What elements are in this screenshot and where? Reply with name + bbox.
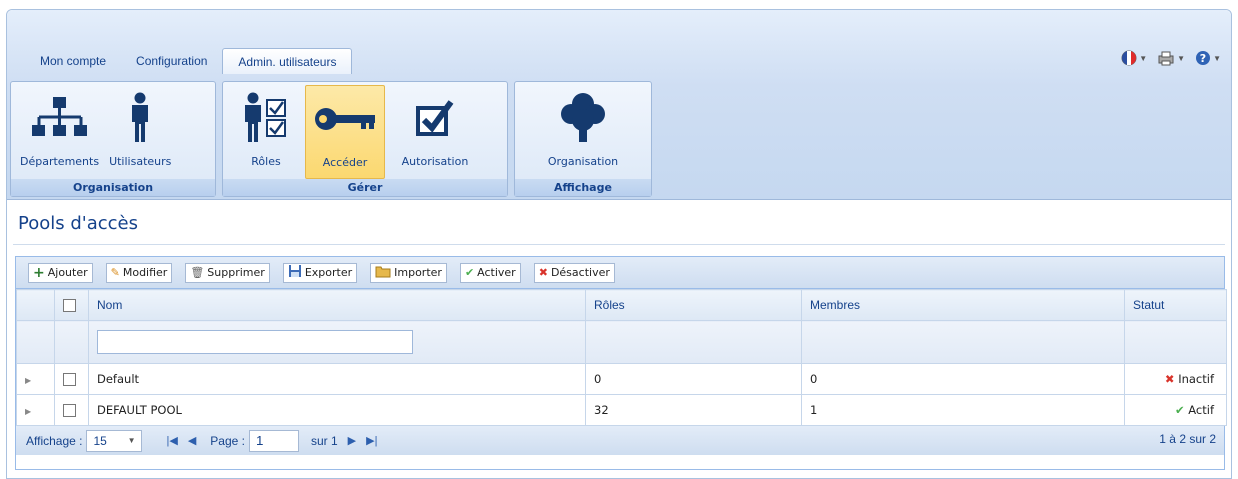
- svg-text:?: ?: [1200, 52, 1206, 65]
- utilisateurs-button[interactable]: Utilisateurs: [104, 85, 176, 179]
- check-icon: ✔: [464, 266, 475, 279]
- chevron-down-icon: ▼: [127, 436, 136, 445]
- filter-row: [16, 320, 1227, 364]
- cell-status: ✖ Inactif: [1124, 363, 1227, 395]
- activate-button[interactable]: ✔ Activer: [459, 262, 521, 283]
- ribbon-groups: Départements Utilisateurs Organisation R…: [10, 81, 652, 197]
- help-icon[interactable]: ? ▼: [1195, 50, 1221, 66]
- acceder-button[interactable]: Accéder: [305, 85, 385, 179]
- folder-icon: [375, 264, 391, 281]
- row-checkbox[interactable]: [63, 404, 76, 417]
- last-page-icon[interactable]: ▶|: [366, 434, 377, 447]
- column-header-membres[interactable]: Membres: [801, 289, 1125, 321]
- first-page-icon[interactable]: |◀: [166, 434, 177, 447]
- page-size-select[interactable]: 15 ▼: [86, 429, 143, 452]
- of-pages-label: sur 1: [310, 433, 338, 448]
- grid-toolbar: + Ajouter ✎ Modifier 🗑 Supprimer Exporter I…: [16, 257, 1224, 289]
- page-number-input[interactable]: [248, 429, 299, 452]
- main-window: Mon compte Configuration Admin. utilisat…: [6, 9, 1232, 479]
- table-row[interactable]: ▶ Default 0 0 ✖ Inactif: [16, 363, 1227, 395]
- display-label: Affichage :: [26, 433, 83, 448]
- roles-button[interactable]: Rôles: [227, 85, 305, 179]
- column-header-roles[interactable]: Rôles: [585, 289, 802, 321]
- group-label-organisation: Organisation: [11, 179, 215, 196]
- departements-button[interactable]: Départements: [15, 85, 104, 179]
- key-icon: [313, 104, 377, 137]
- delete-button[interactable]: 🗑 Supprimer: [185, 262, 270, 283]
- column-header-nom[interactable]: Nom: [88, 289, 586, 321]
- expand-arrow-icon[interactable]: ▶: [25, 376, 31, 385]
- printer-icon[interactable]: ▼: [1157, 50, 1185, 66]
- deactivate-button[interactable]: ✖ Désactiver: [533, 262, 615, 283]
- table-row[interactable]: ▶ DEFAULT POOL 32 1 ✔ Actif: [16, 394, 1227, 426]
- pager-info: 1 à 2 sur 2: [1159, 432, 1216, 446]
- access-pools-grid: + Ajouter ✎ Modifier 🗑 Supprimer Exporter I…: [15, 256, 1227, 470]
- status-active-label: Actif: [1188, 403, 1214, 417]
- cell-roles: 0: [585, 363, 802, 395]
- expand-arrow-icon[interactable]: ▶: [25, 407, 31, 416]
- trash-icon: 🗑: [190, 266, 205, 279]
- import-button[interactable]: Importer: [370, 262, 447, 283]
- ribbon: Mon compte Configuration Admin. utilisat…: [7, 10, 1231, 200]
- group-organisation: Départements Utilisateurs Organisation: [10, 81, 216, 197]
- user-checklist-icon: [241, 92, 291, 147]
- tab-mon-compte[interactable]: Mon compte: [25, 48, 121, 74]
- add-button[interactable]: + Ajouter: [28, 262, 93, 283]
- next-page-icon[interactable]: ▶: [348, 434, 356, 447]
- status-inactive-label: Inactif: [1178, 372, 1214, 386]
- column-header-statut[interactable]: Statut: [1124, 289, 1227, 321]
- select-all-checkbox[interactable]: [63, 299, 76, 313]
- cell-members: 1: [801, 394, 1125, 426]
- cell-status: ✔ Actif: [1124, 394, 1227, 426]
- name-filter-input[interactable]: [97, 330, 413, 354]
- tab-configuration[interactable]: Configuration: [121, 48, 222, 74]
- user-icon: [125, 92, 155, 147]
- checkbox-icon: [415, 98, 455, 141]
- prev-page-icon[interactable]: ◀: [188, 434, 196, 447]
- roles-label: Rôles: [251, 155, 281, 168]
- cross-icon: ✖: [1164, 372, 1175, 386]
- cross-icon: ✖: [538, 266, 548, 279]
- org-chart-icon: [30, 95, 90, 144]
- cell-members: 0: [801, 363, 1125, 395]
- cell-roles: 32: [585, 394, 802, 426]
- acceder-label: Accéder: [322, 156, 368, 169]
- ribbon-tabs: Mon compte Configuration Admin. utilisat…: [25, 48, 353, 74]
- save-icon: [288, 264, 302, 281]
- row-checkbox[interactable]: [63, 373, 76, 386]
- autorisation-button[interactable]: Autorisation: [385, 85, 485, 179]
- header-row: Nom Rôles Membres Statut: [16, 289, 1227, 321]
- language-flag-icon[interactable]: ▼: [1121, 50, 1147, 66]
- tab-admin-utilisateurs[interactable]: Admin. utilisateurs: [222, 48, 353, 74]
- pencil-icon: ✎: [110, 266, 120, 279]
- grid-table: Nom Rôles Membres Statut ▶ Default 0 0 ✖…: [16, 289, 1227, 426]
- autorisation-label: Autorisation: [401, 155, 469, 168]
- group-label-gerer: Gérer: [223, 179, 507, 196]
- cell-name: DEFAULT POOL: [88, 394, 586, 426]
- tree-icon: [559, 92, 607, 147]
- organisation-view-label: Organisation: [547, 155, 619, 168]
- plus-icon: +: [33, 264, 45, 281]
- utilisateurs-label: Utilisateurs: [109, 155, 172, 168]
- pager: Affichage : 15▼ |◀ ◀ Page : sur 1 ▶ ▶| 1…: [16, 426, 1224, 455]
- check-icon: ✔: [1174, 403, 1185, 417]
- group-affichage: Organisation Affichage: [514, 81, 652, 197]
- group-label-affichage: Affichage: [515, 179, 651, 196]
- top-icons: ▼ ▼ ? ▼: [1121, 50, 1221, 66]
- export-button[interactable]: Exporter: [282, 262, 358, 283]
- title-divider: [13, 244, 1225, 245]
- group-gerer: Rôles Accéder Autorisation Gérer: [222, 81, 508, 197]
- organisation-view-button[interactable]: Organisation: [519, 85, 647, 179]
- cell-name: Default: [88, 363, 586, 395]
- edit-button[interactable]: ✎ Modifier: [105, 262, 173, 283]
- page-title: Pools d'accès: [18, 213, 138, 234]
- departements-label: Départements: [20, 155, 100, 168]
- page-label: Page :: [210, 433, 245, 448]
